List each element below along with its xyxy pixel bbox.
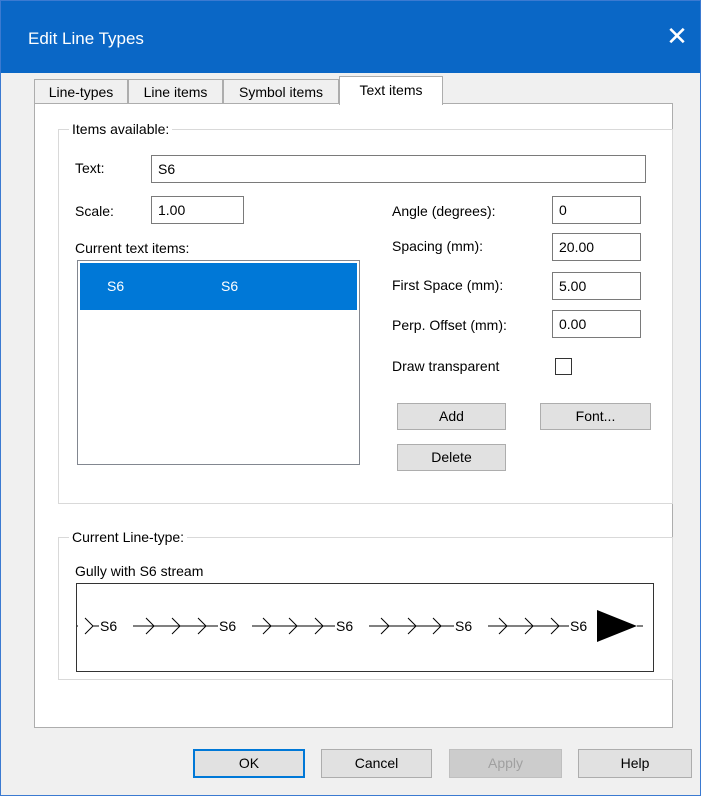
perp-offset-label: Perp. Offset (mm): xyxy=(392,317,507,333)
first-space-label: First Space (mm): xyxy=(392,277,504,293)
draw-transparent-label: Draw transparent xyxy=(392,358,500,374)
items-available-legend: Items available: xyxy=(69,121,173,137)
ok-button[interactable]: OK xyxy=(193,749,305,778)
close-icon[interactable]: ✕ xyxy=(654,13,700,59)
preview-label: S6 xyxy=(336,618,353,634)
window-title: Edit Line Types xyxy=(28,29,144,48)
arrow-head-icon xyxy=(597,610,637,642)
tab-text-items[interactable]: Text items xyxy=(339,76,443,105)
help-button[interactable]: Help xyxy=(578,749,692,778)
current-line-type-legend: Current Line-type: xyxy=(69,529,188,545)
add-button[interactable]: Add xyxy=(397,403,506,430)
title-bar: Edit Line Types ✕ xyxy=(1,1,700,73)
scale-label: Scale: xyxy=(75,203,114,219)
cancel-button[interactable]: Cancel xyxy=(321,749,432,778)
scale-input[interactable]: 1.00 xyxy=(151,196,244,224)
first-space-input[interactable]: 5.00 xyxy=(552,272,641,300)
line-type-preview-drawing: S6 S6 S6 S6 S6 xyxy=(77,610,643,642)
list-item[interactable]: S6 S6 xyxy=(80,263,357,310)
current-line-type-group: Current Line-type: Gully with S6 stream xyxy=(58,529,673,680)
line-type-name: Gully with S6 stream xyxy=(75,563,204,579)
current-text-items-label: Current text items: xyxy=(75,240,190,256)
text-input[interactable]: S6 xyxy=(151,155,646,183)
preview-label: S6 xyxy=(455,618,472,634)
draw-transparent-checkbox[interactable] xyxy=(555,358,572,375)
delete-button[interactable]: Delete xyxy=(397,444,506,471)
perp-offset-input[interactable]: 0.00 xyxy=(552,310,641,338)
spacing-input[interactable]: 20.00 xyxy=(552,233,641,261)
tab-line-types[interactable]: Line-types xyxy=(34,79,128,104)
preview-label: S6 xyxy=(570,618,587,634)
angle-label: Angle (degrees): xyxy=(392,203,496,219)
font-button[interactable]: Font... xyxy=(540,403,651,430)
list-item-text: S6 xyxy=(221,278,239,294)
items-available-group: Items available: Text: S6 Scale: 1.00 Cu… xyxy=(58,121,673,504)
spacing-label: Spacing (mm): xyxy=(392,238,484,254)
angle-input[interactable]: 0 xyxy=(552,196,641,224)
text-items-tab-page: Items available: Text: S6 Scale: 1.00 Cu… xyxy=(34,103,673,728)
tab-symbol-items[interactable]: Symbol items xyxy=(223,79,339,104)
tab-line-items[interactable]: Line items xyxy=(128,79,223,104)
preview-label: S6 xyxy=(100,618,117,634)
current-text-items-list[interactable]: S6 S6 xyxy=(77,260,360,465)
line-type-preview: S6 S6 S6 S6 S6 xyxy=(76,583,654,672)
preview-label: S6 xyxy=(219,618,236,634)
apply-button[interactable]: Apply xyxy=(449,749,562,778)
edit-line-types-dialog: Edit Line Types ✕ Line-types Line items … xyxy=(0,0,701,796)
preview-line-path xyxy=(77,617,643,635)
list-item-text: S6 xyxy=(107,278,125,294)
text-label: Text: xyxy=(75,160,105,176)
